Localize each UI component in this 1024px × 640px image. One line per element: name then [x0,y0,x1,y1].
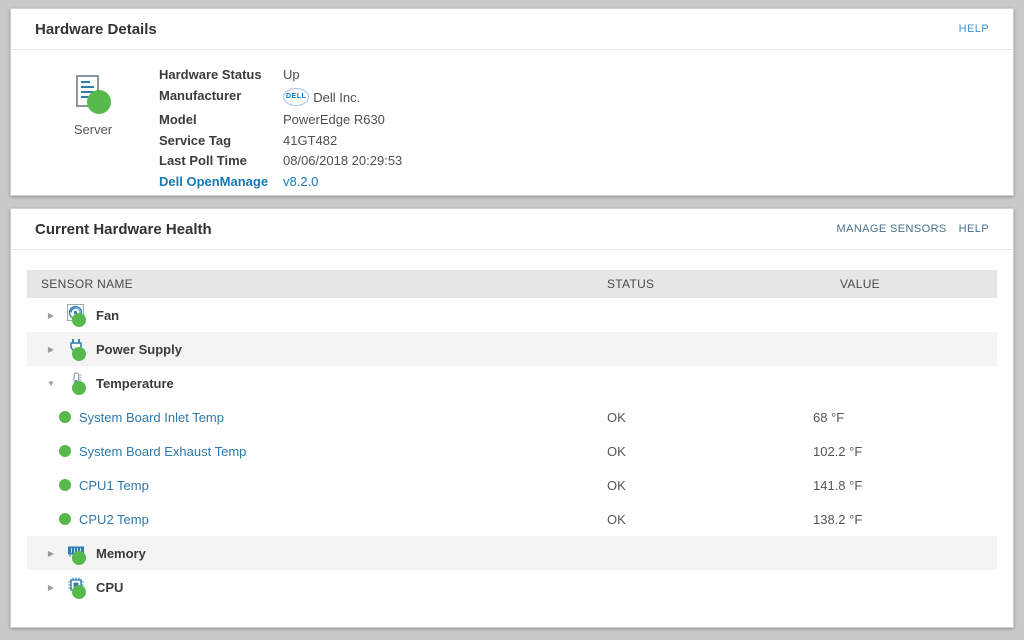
sensor-link[interactable]: CPU2 Temp [79,512,149,527]
column-status: STATUS [607,277,813,291]
sensor-value: 138.2 °F [813,512,997,527]
status-up-icon [72,551,86,565]
hardware-status-value: Up [283,68,300,82]
hardware-health-header: Current Hardware Health MANAGE SENSORS H… [11,209,1013,250]
panel-title: Current Hardware Health [35,221,212,238]
sensors-table-header: SENSOR NAME STATUS VALUE [27,270,997,298]
sensor-link[interactable]: System Board Exhaust Temp [79,444,246,459]
cpu-icon [67,576,87,598]
status-ok-icon [59,411,71,423]
category-label: Power Supply [96,342,182,357]
status-up-icon [87,90,111,114]
sensor-row: System Board Inlet Temp OK 68 °F [27,400,997,434]
sensor-row: CPU2 Temp OK 138.2 °F [27,502,997,536]
hardware-details-header: Hardware Details HELP [11,9,1013,50]
category-label: CPU [96,580,123,595]
sensor-value: 141.8 °F [813,478,997,493]
sensor-status: OK [607,512,813,527]
temperature-icon [67,372,87,394]
field-hardware-status: Hardware Status Up [151,68,402,82]
expander-expanded-icon[interactable]: ▼ [41,379,61,388]
status-up-icon [72,313,86,327]
node-label: Server [74,122,112,137]
expander-collapsed-icon[interactable]: ▶ [41,311,61,320]
memory-icon [67,542,87,564]
last-poll-time-value: 08/06/2018 20:29:53 [283,154,402,168]
status-ok-icon [59,479,71,491]
manage-sensors-link[interactable]: MANAGE SENSORS [837,223,947,235]
category-row-cpu[interactable]: ▶ CPU [27,570,997,604]
node-block: Server [35,60,151,195]
service-tag-value: 41GT482 [283,134,337,148]
status-up-icon [72,585,86,599]
status-up-icon [72,347,86,361]
dell-logo-icon: DELL [283,88,309,106]
openmanage-version-link[interactable]: v8.2.0 [283,175,318,189]
hardware-details-panel: Hardware Details HELP Server Hardware St… [10,8,1014,196]
category-row-fan[interactable]: ▶ Fan [27,298,997,332]
sensor-status: OK [607,444,813,459]
manufacturer-value: Dell Inc. [313,91,360,105]
sensor-link[interactable]: CPU1 Temp [79,478,149,493]
field-manufacturer: Manufacturer DELL Dell Inc. [151,89,402,107]
sensor-status: OK [607,410,813,425]
status-up-icon [72,381,86,395]
help-link[interactable]: HELP [959,223,989,235]
sensor-row: System Board Exhaust Temp OK 102.2 °F [27,434,997,468]
category-row-power-supply[interactable]: ▶ Power Supply [27,332,997,366]
hardware-health-panel: Current Hardware Health MANAGE SENSORS H… [10,208,1014,628]
status-ok-icon [59,513,71,525]
column-sensor-name: SENSOR NAME [27,277,607,291]
sensor-value: 68 °F [813,410,997,425]
power-supply-icon [67,338,87,360]
sensor-status: OK [607,478,813,493]
category-label: Memory [96,546,146,561]
category-row-temperature[interactable]: ▼ Temperature [27,366,997,400]
field-dell-openmanage: Dell OpenManage v8.2.0 [151,175,402,189]
field-last-poll-time: Last Poll Time 08/06/2018 20:29:53 [151,154,402,168]
category-label: Fan [96,308,119,323]
server-icon [73,74,113,118]
sensor-value: 102.2 °F [813,444,997,459]
category-label: Temperature [96,376,174,391]
help-link[interactable]: HELP [959,23,989,35]
field-service-tag: Service Tag 41GT482 [151,134,402,148]
expander-collapsed-icon[interactable]: ▶ [41,345,61,354]
sensor-link[interactable]: System Board Inlet Temp [79,410,224,425]
field-model: Model PowerEdge R630 [151,113,402,127]
column-value: VALUE [813,277,997,291]
expander-collapsed-icon[interactable]: ▶ [41,583,61,592]
category-row-memory[interactable]: ▶ Memory [27,536,997,570]
dell-openmanage-link[interactable]: Dell OpenManage [151,175,283,189]
sensors-table: SENSOR NAME STATUS VALUE ▶ [27,270,997,604]
hardware-details-fields: Hardware Status Up Manufacturer DELL Del… [151,60,402,195]
fan-icon [67,304,87,326]
expander-collapsed-icon[interactable]: ▶ [41,549,61,558]
status-ok-icon [59,445,71,457]
sensor-row: CPU1 Temp OK 141.8 °F [27,468,997,502]
model-value: PowerEdge R630 [283,113,385,127]
panel-title: Hardware Details [35,21,157,38]
